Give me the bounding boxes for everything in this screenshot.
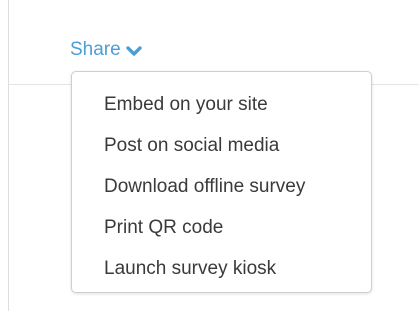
menu-item-embed-on-site[interactable]: Embed on your site: [72, 84, 371, 125]
share-label: Share: [70, 39, 121, 60]
menu-item-launch-survey-kiosk[interactable]: Launch survey kiosk: [72, 248, 371, 289]
left-divider: [8, 0, 9, 311]
share-dropdown-button[interactable]: Share: [70, 38, 142, 62]
menu-item-post-social-media[interactable]: Post on social media: [72, 125, 371, 166]
menu-item-print-qr-code[interactable]: Print QR code: [72, 207, 371, 248]
share-menu: Embed on your site Post on social media …: [71, 71, 372, 293]
menu-item-download-offline-survey[interactable]: Download offline survey: [72, 166, 371, 207]
chevron-down-icon: [126, 45, 142, 57]
